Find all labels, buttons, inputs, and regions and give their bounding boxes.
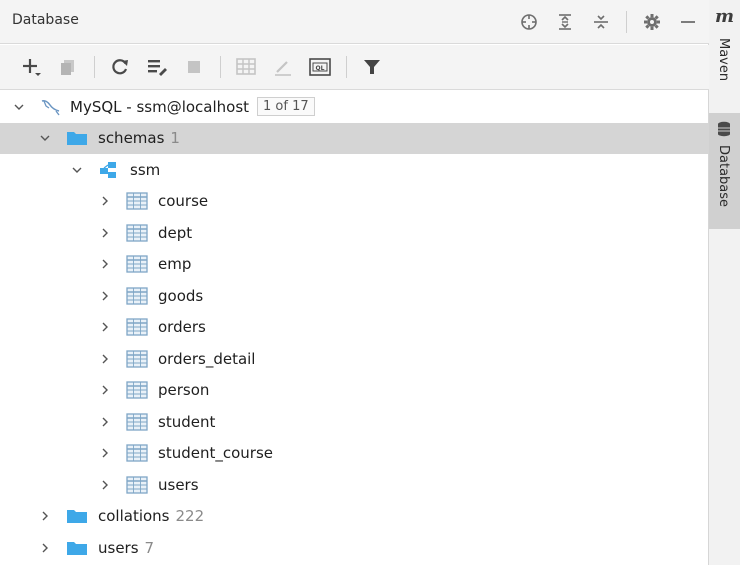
chevron-right-icon[interactable] [98, 194, 112, 208]
database-tree: MySQL - ssm@localhost 1 of 17 schemas 1 … [0, 91, 709, 564]
maven-tab[interactable]: Maven [716, 38, 731, 81]
table-row[interactable]: course [0, 186, 709, 218]
minimize-icon[interactable] [677, 11, 699, 33]
table-name: student_course [158, 444, 273, 463]
chevron-down-icon[interactable] [70, 163, 84, 177]
table-name: goods [158, 286, 204, 305]
database-tool-window: Database QL MySQL - ssm@localhost 1 of 1… [0, 0, 709, 565]
chevron-down-icon[interactable] [38, 131, 52, 145]
database-cylinder-icon [717, 121, 731, 141]
table-icon [126, 476, 148, 494]
filter-icon[interactable] [357, 52, 387, 82]
table-name: course [158, 192, 209, 211]
tool-window-title: Database [12, 12, 79, 28]
chevron-right-icon[interactable] [98, 415, 112, 429]
add-icon[interactable] [16, 52, 46, 82]
users-folder-label: users [98, 538, 139, 557]
edit-icon[interactable] [268, 52, 298, 82]
chevron-right-icon[interactable] [98, 289, 112, 303]
table-row[interactable]: goods [0, 280, 709, 312]
schemas-label: schemas [98, 129, 165, 148]
table-icon [126, 413, 148, 431]
stop-icon[interactable] [179, 52, 209, 82]
table-icon [126, 350, 148, 368]
table-name: emp [158, 255, 192, 274]
schemas-count: 1 [170, 129, 180, 148]
collations-label: collations [98, 507, 170, 526]
table-row[interactable]: student [0, 406, 709, 438]
database-tab-label: Database [716, 145, 731, 208]
table-row[interactable]: users [0, 469, 709, 501]
maven-logo: m [714, 6, 735, 27]
chevron-right-icon[interactable] [38, 541, 52, 555]
table-name: dept [158, 223, 193, 242]
tree-node-schemas[interactable]: schemas 1 [0, 122, 709, 154]
tree-node-datasource[interactable]: MySQL - ssm@localhost 1 of 17 [0, 91, 709, 123]
users-count: 7 [144, 538, 155, 557]
query-console-icon[interactable]: QL [305, 52, 335, 82]
table-row[interactable]: orders_detail [0, 343, 709, 375]
table-icon [126, 444, 148, 462]
table-icon [126, 381, 148, 399]
schema-icon [98, 161, 120, 179]
chevron-right-icon[interactable] [98, 446, 112, 460]
folder-icon [66, 507, 88, 525]
table-row[interactable]: student_course [0, 438, 709, 470]
table-row[interactable]: orders [0, 312, 709, 344]
database-toolbar: QL [0, 45, 709, 90]
toolbar-separator [220, 56, 221, 78]
chevron-right-icon[interactable] [98, 383, 112, 397]
schema-count-badge: 1 of 17 [257, 97, 315, 117]
chevron-right-icon[interactable] [98, 320, 112, 334]
table-name: student [158, 412, 216, 431]
table-row[interactable]: dept [0, 217, 709, 249]
collations-count: 222 [175, 507, 205, 526]
chevron-right-icon[interactable] [38, 509, 52, 523]
toolbar-separator [346, 56, 347, 78]
datasource-label: MySQL - ssm@localhost [70, 97, 250, 116]
chevron-right-icon[interactable] [98, 257, 112, 271]
table-name: users [158, 475, 199, 494]
right-tool-stripe: m Maven Database [709, 0, 740, 565]
tree-node-collations[interactable]: collations 222 [0, 501, 709, 533]
table-icon [126, 318, 148, 336]
expand-all-icon[interactable] [554, 11, 576, 33]
tree-node-users[interactable]: users 7 [0, 532, 709, 564]
collapse-all-icon[interactable] [590, 11, 612, 33]
chevron-right-icon[interactable] [98, 226, 112, 240]
table-name: orders [158, 318, 206, 337]
table-list: course dept emp goods orders orders_detailper… [0, 186, 709, 501]
chevron-down-icon[interactable] [12, 100, 26, 114]
table-icon [126, 224, 148, 242]
chevron-right-icon[interactable] [98, 478, 112, 492]
header-actions [518, 8, 699, 36]
table-icon [126, 287, 148, 305]
table-name: person [158, 381, 210, 400]
folder-icon [66, 539, 88, 557]
table-name: orders_detail [158, 349, 256, 368]
tree-node-schema-ssm[interactable]: ssm [0, 154, 709, 186]
schema-settings-icon[interactable] [142, 52, 172, 82]
folder-icon [66, 129, 88, 147]
database-tab[interactable]: Database [709, 113, 740, 229]
crosshair-icon[interactable] [518, 11, 540, 33]
table-icon [126, 255, 148, 273]
table-row[interactable]: emp [0, 249, 709, 281]
toolbar-separator [94, 56, 95, 78]
header-separator [626, 11, 627, 33]
chevron-right-icon[interactable] [98, 352, 112, 366]
table-editor-icon[interactable] [231, 52, 261, 82]
table-icon [126, 192, 148, 210]
mysql-dolphin-icon [40, 98, 62, 116]
tool-window-header: Database [0, 0, 709, 44]
copy-icon[interactable] [53, 52, 83, 82]
refresh-icon[interactable] [105, 52, 135, 82]
table-row[interactable]: person [0, 375, 709, 407]
gear-icon[interactable] [641, 11, 663, 33]
schema-label: ssm [130, 160, 161, 179]
svg-text:QL: QL [316, 65, 325, 72]
